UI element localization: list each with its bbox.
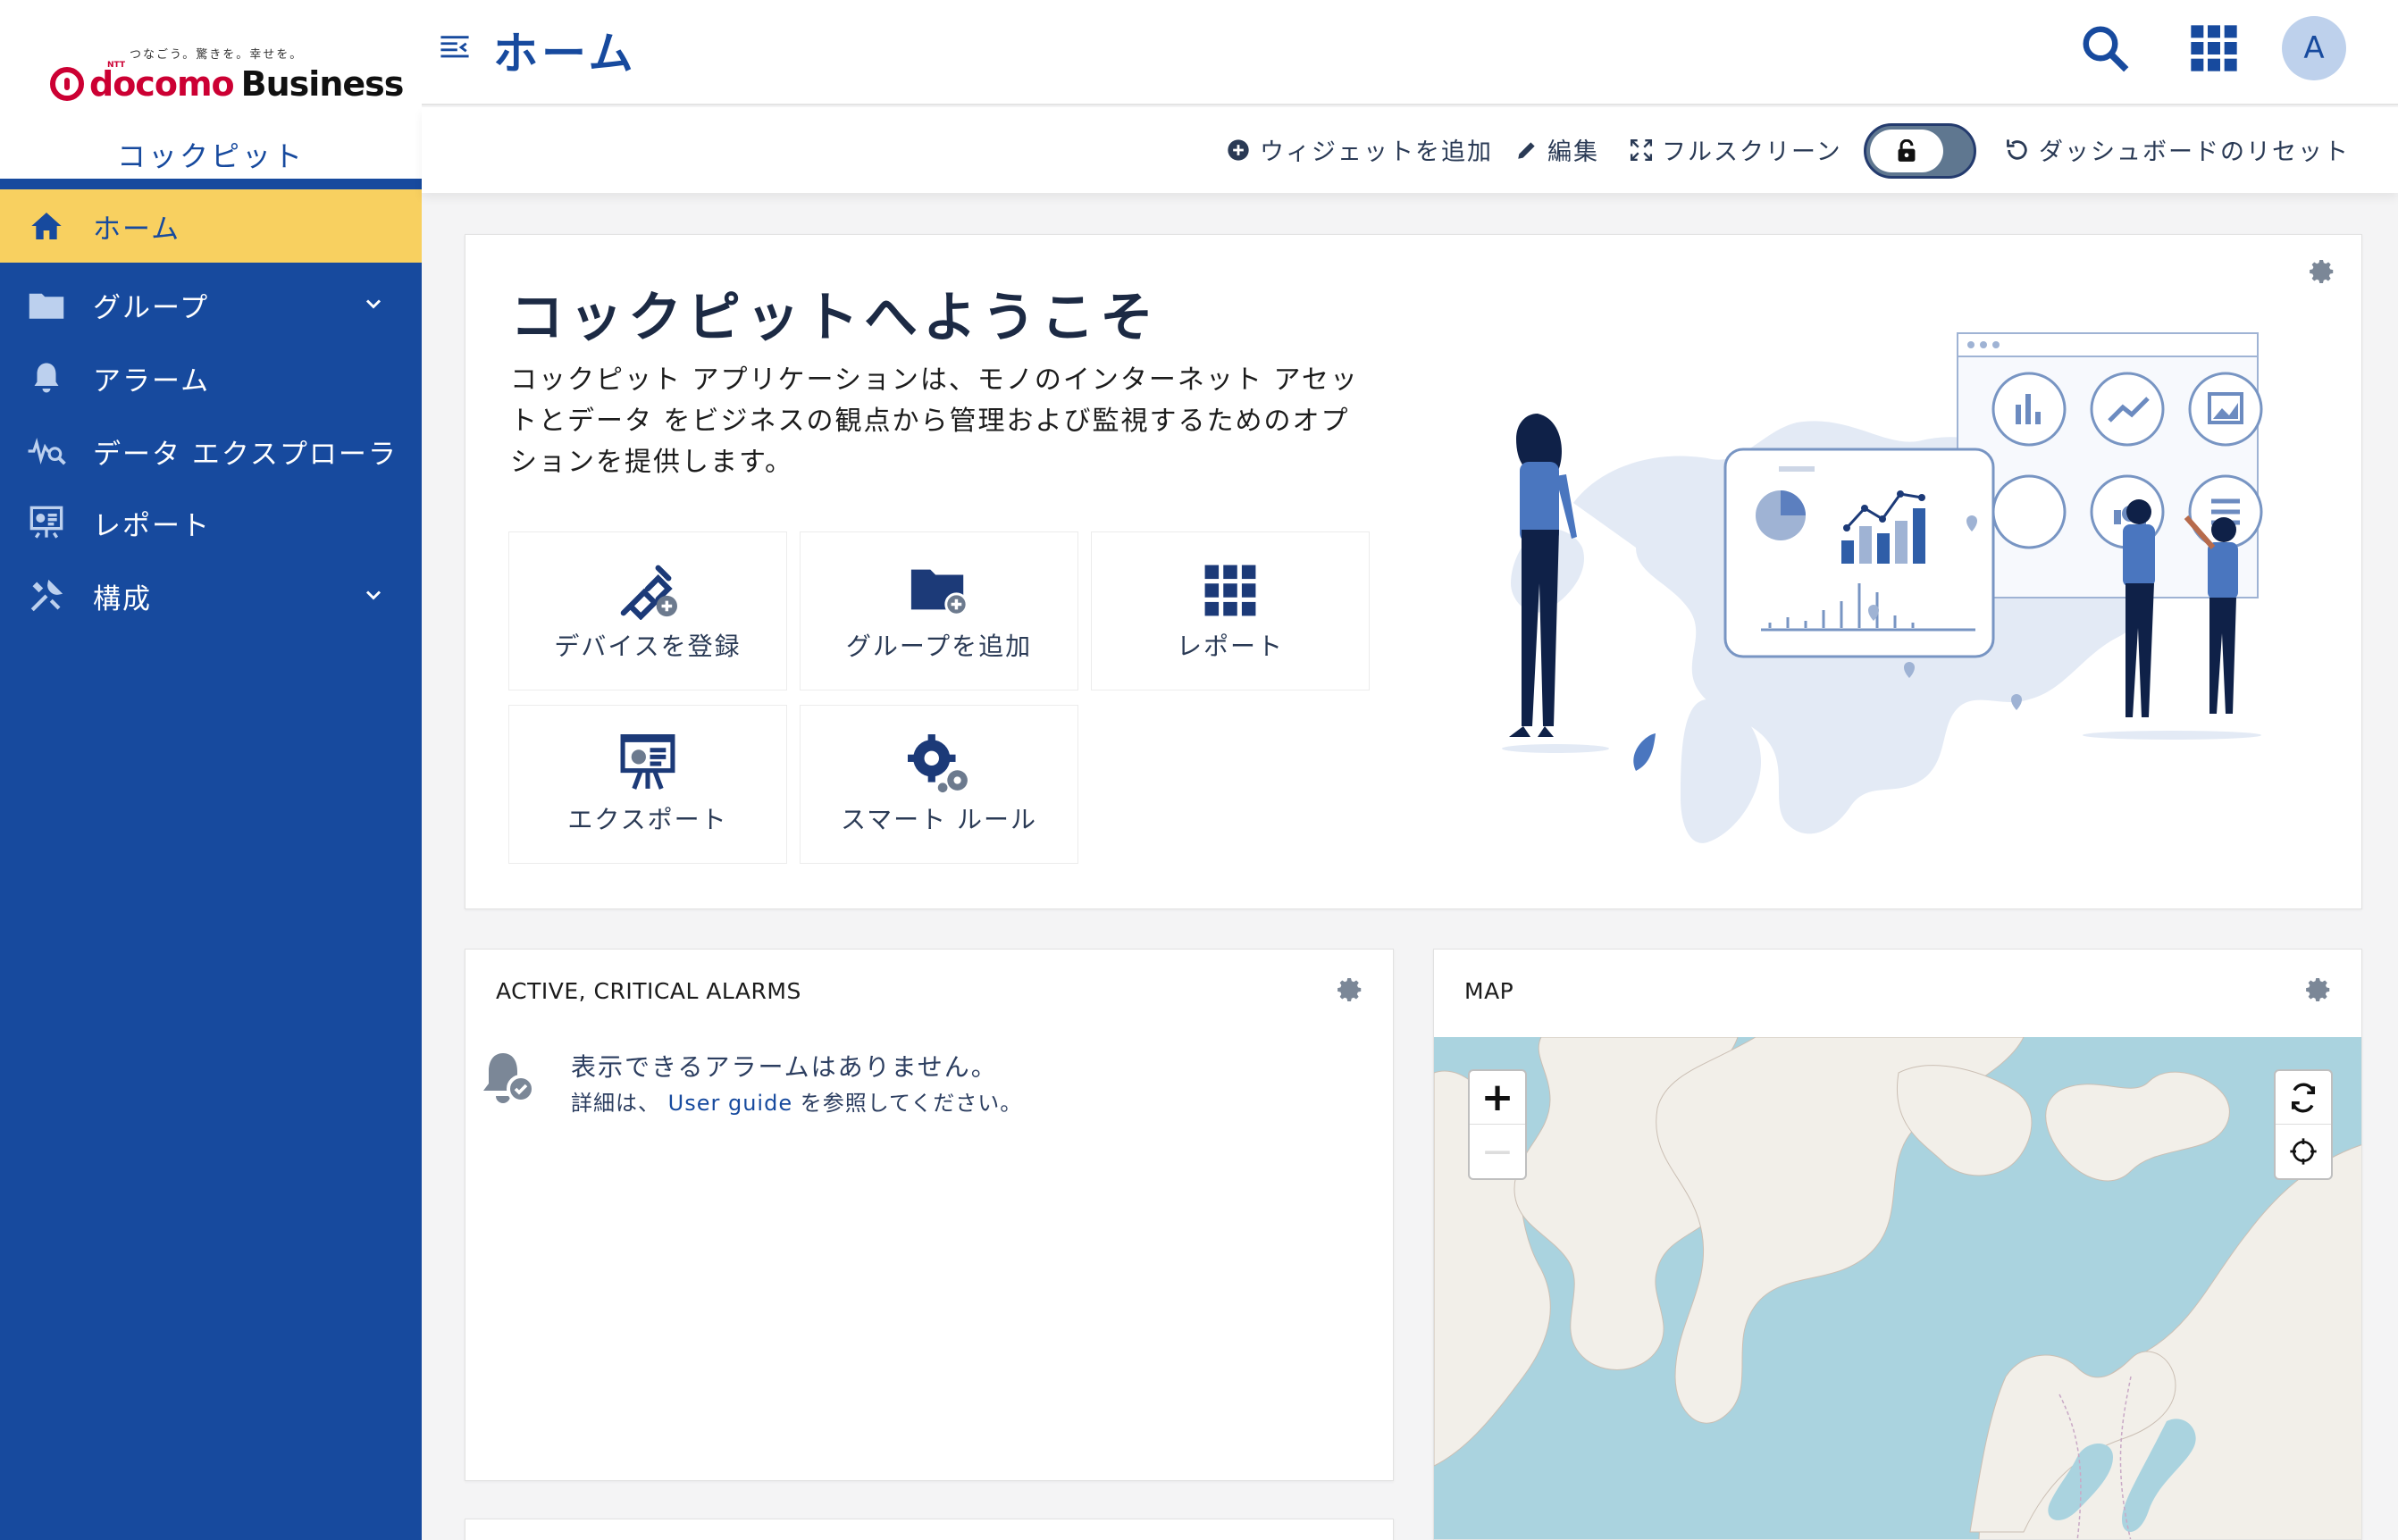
edit-button[interactable]: 編集: [1515, 132, 1599, 167]
dashboard-action-bar: ウィジェットを追加 編集 フルスクリーン ダッシュボードのリセット: [422, 107, 2398, 193]
hint-suffix: を参照してください。: [800, 1091, 1023, 1116]
bell-check-icon: [483, 1053, 535, 1103]
gears-icon: [901, 732, 977, 795]
app-switcher-icon[interactable]: [2189, 23, 2239, 73]
add-group-tile[interactable]: グループを追加: [800, 531, 1078, 690]
report-icon: [27, 503, 66, 542]
brand-header: つなごう。驚きを。幸せを。 docomo Business NTT コックピット: [0, 0, 422, 186]
zoom-out-button[interactable]: −: [1470, 1125, 1525, 1178]
no-alarms-message: 表示できるアラームはありません。: [571, 1052, 998, 1082]
search-icon[interactable]: [2078, 21, 2132, 75]
presentation-icon: [610, 732, 685, 795]
register-device-tile[interactable]: デバイスを登録: [508, 531, 787, 690]
sidebar-item-label: アラーム: [93, 364, 211, 398]
sidebar-item-alarms[interactable]: アラーム: [0, 341, 422, 414]
map-refresh-button[interactable]: [2276, 1071, 2331, 1125]
folder-add-icon: [901, 559, 977, 622]
smart-rules-tile[interactable]: スマート ルール: [800, 705, 1078, 864]
brand-business: Business: [240, 64, 405, 104]
sidebar-item-home[interactable]: ホーム: [0, 189, 422, 263]
brand-tagline: つなごう。驚きを。幸せを。: [130, 48, 304, 62]
add-widget-label: ウィジェットを追加: [1260, 138, 1493, 166]
alarms-widget-title: ACTIVE, CRITICAL ALARMS: [496, 978, 801, 1004]
sidebar-nav: ホーム グループ アラーム データ エクスプローラ レポート 構成: [0, 189, 422, 632]
user-guide-link[interactable]: User guide: [668, 1091, 792, 1116]
edit-label: 編集: [1547, 138, 1599, 166]
tile-label: グループを追加: [845, 632, 1033, 661]
reset-dashboard-label: ダッシュボードのリセット: [2039, 138, 2350, 166]
chevron-down-icon[interactable]: [361, 291, 386, 316]
welcome-description: コックピット アプリケーションは、モノのインターネット アセットとデータ をビジ…: [510, 364, 1359, 478]
plus-circle-icon: [1228, 138, 1249, 161]
tile-label: デバイスを登録: [554, 632, 742, 661]
reset-dashboard-button[interactable]: ダッシュボードのリセット: [2005, 132, 2350, 167]
map-widget-title: MAP: [1464, 978, 1514, 1004]
sidebar-item-label: データ エクスプローラ: [93, 438, 398, 471]
brand-logo[interactable]: docomo Business: [50, 64, 405, 104]
fullscreen-button[interactable]: フルスクリーン: [1630, 132, 1842, 167]
sidebar-item-groups[interactable]: グループ: [0, 268, 422, 341]
tile-label: エクスポート: [567, 805, 728, 834]
home-icon: [27, 206, 66, 246]
tile-label: スマート ルール: [840, 805, 1038, 834]
top-bar: ホーム A: [422, 0, 2398, 105]
chevron-down-icon[interactable]: [361, 582, 386, 607]
map-widget: MAP + −: [1433, 949, 2362, 1540]
sidebar-item-reports[interactable]: レポート: [0, 486, 422, 559]
widget-settings-icon[interactable]: [1337, 976, 1364, 1003]
reports-tile[interactable]: レポート: [1091, 531, 1370, 690]
zoom-in-button[interactable]: +: [1470, 1071, 1525, 1125]
sidebar-toggle-icon[interactable]: [440, 34, 470, 61]
add-widget-button[interactable]: ウィジェットを追加: [1226, 132, 1493, 167]
next-widget: [465, 1519, 1394, 1540]
sidebar: つなごう。驚きを。幸せを。 docomo Business NTT コックピット…: [0, 0, 422, 1540]
refresh-icon: [2291, 1083, 2316, 1112]
expand-icon: [1630, 138, 1653, 161]
crosshair-icon: [2290, 1138, 2317, 1165]
map-locate-button[interactable]: [2276, 1125, 2331, 1178]
export-tile[interactable]: エクスポート: [508, 705, 787, 864]
dashboard-lock-toggle[interactable]: [1864, 123, 1976, 179]
docomo-logo-icon: [50, 67, 84, 101]
sidebar-item-configuration[interactable]: 構成: [0, 559, 422, 632]
welcome-illustration: [1502, 332, 2263, 843]
plug-add-icon: [610, 559, 685, 622]
sidebar-item-label: グループ: [93, 291, 210, 324]
folder-icon: [27, 285, 66, 324]
brand-ntt: NTT: [107, 61, 126, 70]
brand-docomo: docomo: [89, 64, 235, 104]
reset-icon: [2007, 138, 2027, 160]
app-name: コックピット: [116, 139, 305, 173]
welcome-title: コックピットへようこそ: [510, 287, 1159, 349]
map-zoom-control: + −: [1468, 1069, 1527, 1180]
sidebar-item-label: レポート: [93, 509, 211, 542]
page-title: ホーム: [493, 28, 637, 80]
grid-icon: [1193, 559, 1268, 622]
map-tiles: [1434, 1037, 2361, 1539]
user-avatar[interactable]: A: [2282, 16, 2346, 80]
bell-icon: [27, 358, 66, 398]
fullscreen-label: フルスクリーン: [1662, 138, 1842, 166]
configuration-icon: [27, 576, 66, 615]
pencil-icon: [1518, 141, 1535, 159]
widget-settings-icon[interactable]: [2310, 258, 2336, 285]
welcome-widget: コックピットへようこそ コックピット アプリケーションは、モノのインターネット …: [465, 234, 2362, 909]
map-canvas[interactable]: + −: [1434, 1037, 2361, 1539]
sidebar-item-label: 構成: [93, 582, 152, 615]
sidebar-item-label: ホーム: [93, 213, 181, 246]
user-guide-hint: 詳細は、 User guide を参照してください。: [571, 1085, 1022, 1117]
sidebar-item-data-explorer[interactable]: データ エクスプローラ: [0, 414, 422, 488]
hint-prefix: 詳細は、: [571, 1091, 660, 1116]
widget-settings-icon[interactable]: [2306, 976, 2333, 1003]
data-explorer-icon: [27, 431, 66, 471]
critical-alarms-widget: ACTIVE, CRITICAL ALARMS 表示できるアラームはありません。…: [465, 949, 1394, 1481]
map-tool-control: [2274, 1069, 2333, 1180]
lock-icon: [1870, 130, 1943, 172]
tile-label: レポート: [1176, 632, 1284, 661]
